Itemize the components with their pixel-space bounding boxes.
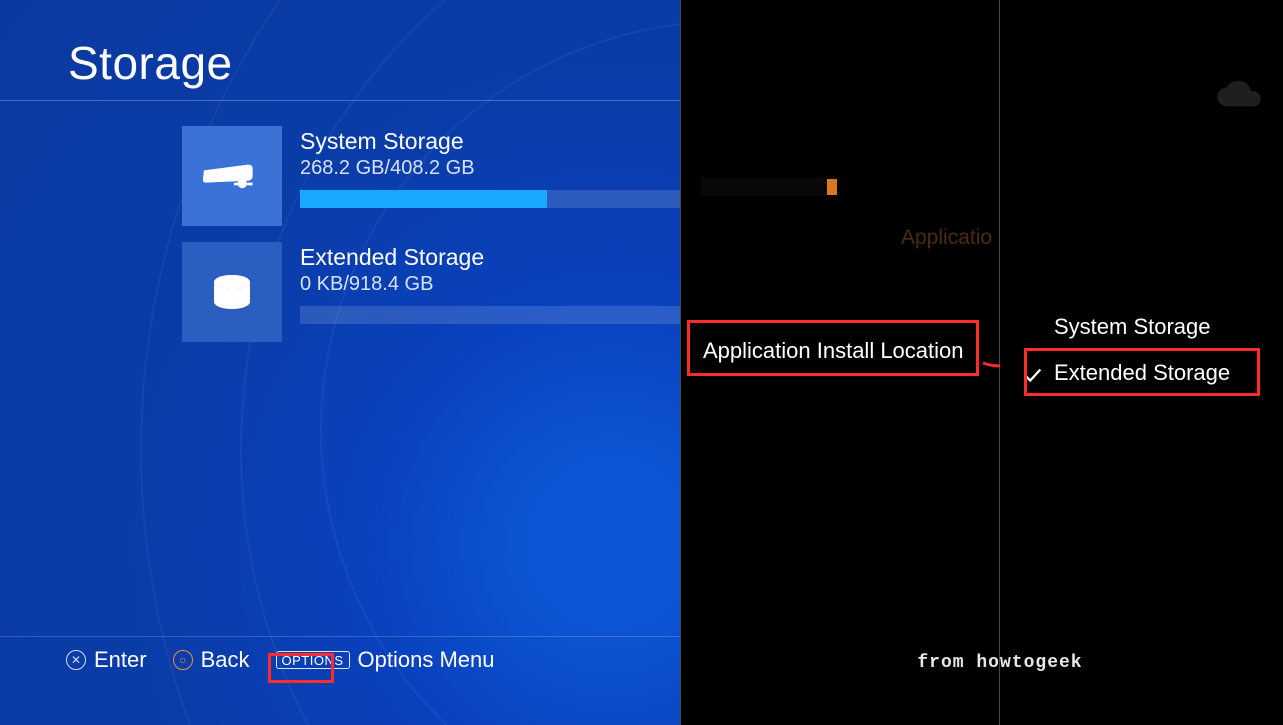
storage-info: Extended Storage 0 KB/918.4 GB (282, 242, 680, 324)
legend-back: Back (201, 647, 250, 673)
storage-size: 268.2 GB/408.2 GB (300, 157, 680, 180)
storage-info: System Storage 268.2 GB/408.2 GB (282, 126, 680, 208)
divider (0, 636, 680, 637)
storage-bar (300, 190, 680, 208)
legend-enter: Enter (94, 647, 147, 673)
storage-size: 0 KB/918.4 GB (300, 273, 680, 296)
storage-item-system[interactable]: System Storage 268.2 GB/408.2 GB (182, 126, 680, 226)
page-title: Storage (68, 36, 233, 90)
checkmark-icon (1022, 364, 1044, 386)
storage-item-extended[interactable]: Extended Storage 0 KB/918.4 GB (182, 242, 680, 342)
circle-button-icon: ○ (173, 650, 193, 670)
submenu-label: System Storage (1054, 314, 1211, 339)
obscured-cloud-icon (1208, 75, 1268, 115)
obscured-bar-segment (827, 179, 837, 195)
option-application-install-location[interactable]: Application Install Location (693, 330, 974, 372)
storage-screen: Storage System Storage 268.2 GB/408.2 GB (0, 0, 680, 725)
submenu-item-system-storage[interactable]: System Storage (1026, 304, 1266, 350)
options-button-icon: OPTIONS (276, 651, 350, 669)
submenu-label: Extended Storage (1054, 360, 1230, 385)
obscured-bar (701, 178, 827, 196)
divider (0, 100, 680, 101)
obscured-text: Applicatio (901, 226, 992, 250)
console-icon (182, 126, 282, 226)
install-location-submenu: System Storage Extended Storage (1026, 304, 1266, 396)
drive-icon (182, 242, 282, 342)
legend-options: Options Menu (358, 647, 495, 673)
storage-name: Extended Storage (300, 244, 680, 271)
install-location-submenu-panel: System Storage Extended Storage from how… (1000, 0, 1283, 725)
storage-list: System Storage 268.2 GB/408.2 GB (182, 126, 680, 358)
watermark: from howtogeek (800, 653, 1200, 673)
options-menu-panel: Applicatio Application Install Location (680, 0, 1000, 725)
storage-bar-fill (300, 190, 547, 208)
submenu-item-extended-storage[interactable]: Extended Storage (1026, 350, 1266, 396)
storage-name: System Storage (300, 128, 680, 155)
x-button-icon: ✕ (66, 650, 86, 670)
button-legend: ✕ Enter ○ Back OPTIONS Options Menu (66, 645, 521, 675)
storage-bar (300, 306, 680, 324)
